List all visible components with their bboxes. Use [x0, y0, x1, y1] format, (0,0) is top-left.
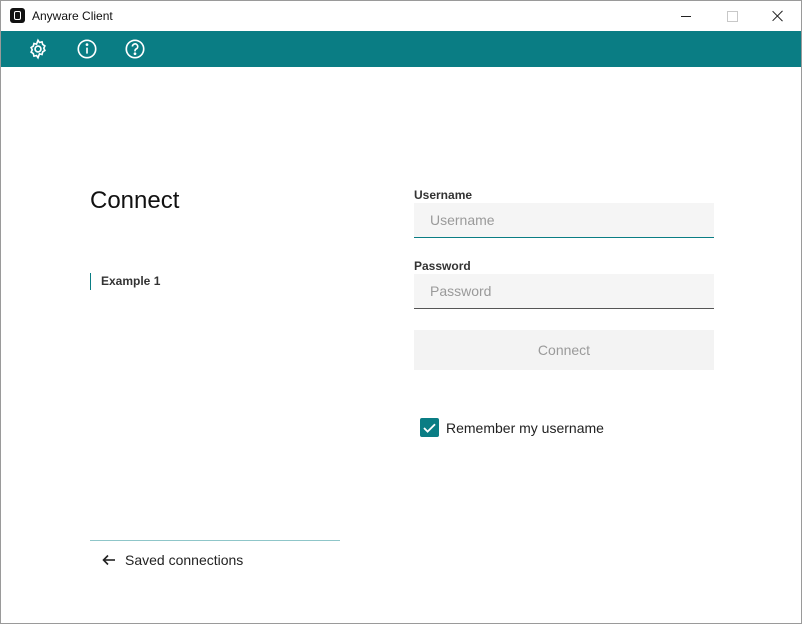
- window-title: Anyware Client: [32, 9, 113, 23]
- username-input[interactable]: [414, 203, 714, 238]
- password-label: Password: [414, 259, 471, 273]
- page-title: Connect: [90, 187, 180, 214]
- maximize-icon: [726, 10, 738, 22]
- title-bar: Anyware Client: [1, 1, 801, 31]
- maximize-button[interactable]: [709, 1, 755, 31]
- remember-username-checkbox[interactable]: Remember my username: [420, 418, 604, 437]
- help-icon[interactable]: [124, 38, 146, 60]
- saved-connections-label: Saved connections: [125, 552, 244, 568]
- connection-item[interactable]: Example 1: [90, 273, 160, 290]
- password-input[interactable]: [414, 274, 714, 309]
- minimize-button[interactable]: [663, 1, 709, 31]
- saved-connections-link[interactable]: Saved connections: [102, 550, 243, 570]
- connect-button[interactable]: Connect: [414, 330, 714, 370]
- checkbox[interactable]: [420, 418, 439, 437]
- divider: [90, 540, 340, 541]
- info-icon[interactable]: [76, 38, 98, 60]
- toolbar: [1, 31, 801, 67]
- close-button[interactable]: [755, 1, 801, 31]
- arrow-left-icon: [102, 554, 115, 566]
- gear-icon[interactable]: [27, 38, 49, 60]
- remember-username-label: Remember my username: [446, 419, 604, 436]
- username-label: Username: [414, 188, 473, 202]
- check-icon: [423, 423, 436, 433]
- app-window: Anyware Client Connect Example 1 Saved c…: [0, 0, 802, 624]
- app-logo-icon: [10, 8, 25, 23]
- minimize-icon: [681, 15, 691, 17]
- close-icon: [772, 10, 784, 22]
